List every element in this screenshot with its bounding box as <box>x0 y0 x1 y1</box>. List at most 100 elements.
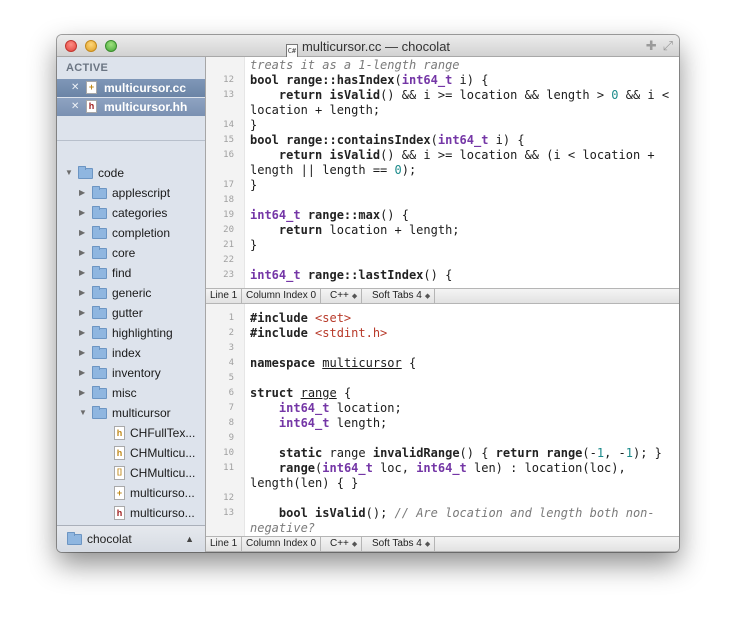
sidebar-divider <box>57 140 205 141</box>
disclosure-open-icon[interactable]: ▼ <box>79 403 87 423</box>
tree-folder[interactable]: ▶ categories <box>57 203 205 223</box>
disclosure-closed-icon[interactable]: ▶ <box>79 183 85 203</box>
disclosure-closed-icon[interactable]: ▶ <box>79 323 85 343</box>
code-text: length || length == 0); <box>250 163 417 177</box>
line-indicator[interactable]: Line 1 <box>206 537 243 551</box>
split-add-icon[interactable]: ✚ <box>646 38 657 53</box>
code-line: length(len) { } <box>206 476 679 491</box>
tree-folder[interactable]: ▶ applescript <box>57 183 205 203</box>
window-title-text: multicursor.cc — chocolat <box>301 39 451 54</box>
tree-folder[interactable]: ▶ inventory <box>57 363 205 383</box>
language-select[interactable]: C++ ◆ <box>326 289 363 303</box>
bottom-editor-pane[interactable]: 1 #include <set> 2 #include <stdint.h> 3 4 nam… <box>206 304 679 537</box>
disclosure-closed-icon[interactable]: ▶ <box>79 303 85 323</box>
tree-folder[interactable]: ▶ index <box>57 343 205 363</box>
disclosure-closed-icon[interactable]: ▶ <box>79 223 85 243</box>
close-icon[interactable]: ✕ <box>71 79 79 97</box>
tree-item-label: generic <box>112 286 152 300</box>
tabs-label: Soft Tabs 4 <box>372 538 422 549</box>
tree-folder[interactable]: ▶ generic <box>57 283 205 303</box>
line-number: 8 <box>228 418 234 428</box>
tabs-label: Soft Tabs 4 <box>372 290 422 301</box>
tree-folder[interactable]: ▶ gutter <box>57 303 205 323</box>
tabs-select[interactable]: Soft Tabs 4 ◆ <box>368 537 436 551</box>
tree-file[interactable]: + multicurso... <box>57 483 205 503</box>
tree-item-label: index <box>112 346 141 360</box>
top-editor-pane[interactable]: treats it as a 1-length range 12 bool rang… <box>206 57 679 288</box>
line-indicator[interactable]: Line 1 <box>206 289 243 303</box>
tree-folder[interactable]: ▶ core <box>57 243 205 263</box>
tabs-select[interactable]: Soft Tabs 4 ◆ <box>368 289 436 303</box>
line-number: 4 <box>228 358 234 368</box>
tree-folder[interactable]: ▶ find <box>57 263 205 283</box>
code-line: 13 return isValid() && i >= location && … <box>206 88 679 103</box>
folder-icon <box>67 532 82 545</box>
folder-icon <box>92 406 107 419</box>
disclosure-closed-icon[interactable]: ▶ <box>79 203 85 223</box>
tree-folder[interactable]: ▼ code <box>57 163 205 183</box>
tree-item-label: CHMulticu... <box>130 466 196 480</box>
code-line: negative? <box>206 521 679 536</box>
folder-icon <box>92 186 107 199</box>
project-name: chocolat <box>87 532 132 546</box>
code-line: 2 #include <stdint.h> <box>206 326 679 341</box>
close-icon[interactable]: ✕ <box>71 98 79 116</box>
tree-folder[interactable]: ▶ completion <box>57 223 205 243</box>
code-text: #include <set> <box>250 311 352 325</box>
tree-file[interactable]: h CHFullTex... <box>57 423 205 443</box>
line-number: 12 <box>223 493 234 503</box>
code-line: length || length == 0); <box>206 163 679 178</box>
code-line: 3 <box>206 341 679 356</box>
disclosure-closed-icon[interactable]: ▶ <box>79 263 85 283</box>
disclosure-closed-icon[interactable]: ▶ <box>79 383 85 403</box>
column-indicator[interactable]: Column Index 0 <box>242 289 322 303</box>
tree-folder[interactable]: ▶ misc <box>57 383 205 403</box>
folder-icon <box>92 286 107 299</box>
line-number: 11 <box>223 463 234 473</box>
line-number: 21 <box>223 240 234 250</box>
line-number: 15 <box>223 135 234 145</box>
line-number: 6 <box>228 388 234 398</box>
project-selector[interactable]: chocolat ▲ <box>57 525 205 552</box>
language-select[interactable]: C++ ◆ <box>326 537 363 551</box>
code-line: 22 <box>206 253 679 268</box>
code-line: 10 static range invalidRange() { return … <box>206 446 679 461</box>
disclosure-closed-icon[interactable]: ▶ <box>79 343 85 363</box>
folder-icon <box>92 246 107 259</box>
tree-folder[interactable]: ▶ highlighting <box>57 323 205 343</box>
tree-file[interactable]: [] CHMulticu... <box>57 463 205 483</box>
code-line: 13 bool isValid(); // Are location and l… <box>206 506 679 521</box>
fullscreen-icon[interactable]: ⤢ <box>663 38 673 53</box>
disclosure-closed-icon[interactable]: ▶ <box>79 363 85 383</box>
disclosure-closed-icon[interactable]: ▶ <box>79 243 85 263</box>
language-label: C++ <box>330 538 349 549</box>
tree-item-label: misc <box>112 386 137 400</box>
disclosure-closed-icon[interactable]: ▶ <box>79 283 85 303</box>
tree-item-label: highlighting <box>112 326 173 340</box>
folder-icon <box>92 366 107 379</box>
line-number: 16 <box>223 150 234 160</box>
column-indicator[interactable]: Column Index 0 <box>242 537 322 551</box>
dropdown-icon: ◆ <box>351 541 358 548</box>
folder-icon <box>92 306 107 319</box>
tree-item-label: code <box>98 166 125 180</box>
folder-icon <box>92 346 107 359</box>
tree-file[interactable]: h CHMulticu... <box>57 443 205 463</box>
code-text: return isValid() && i >= location && len… <box>278 88 670 102</box>
code-text: location + length; <box>250 103 381 117</box>
tree-item-label: find <box>112 266 132 280</box>
tree-folder[interactable]: ▼ multicursor <box>57 403 205 423</box>
disclosure-open-icon[interactable]: ▼ <box>65 163 73 183</box>
tree-file[interactable]: h multicurso... <box>57 503 205 523</box>
code-text: treats it as a 1-length range <box>250 58 460 72</box>
window-title: C# multicursor.cc — chocolat <box>57 39 679 58</box>
line-number: 17 <box>223 180 234 190</box>
code-line: 14} <box>206 118 679 133</box>
open-file-item[interactable]: ✕ + multicursor.cc <box>57 79 205 97</box>
open-file-item[interactable]: ✕ h multicursor.hh <box>57 98 205 116</box>
tree-item-label: gutter <box>112 306 143 320</box>
tree-item-label: CHFullTex... <box>130 426 196 440</box>
code-text: bool range::hasIndex(int64_t i) { <box>250 73 489 87</box>
code-text: int64_t range::max() { <box>250 208 409 222</box>
code-text: namespace multicursor { <box>250 356 417 370</box>
